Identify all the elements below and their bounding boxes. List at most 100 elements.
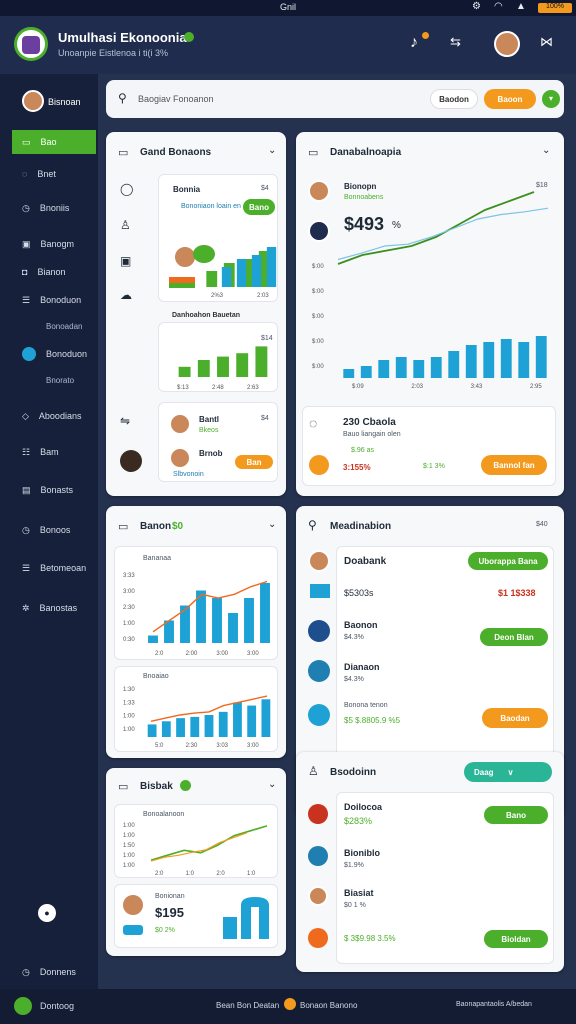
footer-logo-icon <box>14 997 32 1015</box>
search-input[interactable]: Baogiav Fonoanon <box>138 94 214 104</box>
ana-bar-6 <box>430 357 442 378</box>
sidebar-item-plans[interactable]: ◘ Bianon <box>12 260 96 284</box>
sidebar-item-donations[interactable]: ◷ Donnens <box>12 960 96 984</box>
lock-icon[interactable]: ● <box>38 904 56 922</box>
fin1-x-label-4: 3:00 <box>247 651 259 657</box>
bank-x-label-4: 1:0 <box>247 871 256 877</box>
sync-icon[interactable]: ⇆ <box>450 34 461 50</box>
analytics-stat1: $.96 as <box>351 447 374 454</box>
market-row4-title: Bonona tenon <box>344 702 388 709</box>
search-secondary-button[interactable]: Baodon <box>430 89 478 109</box>
footer-center1[interactable]: Bean Bon Deatan <box>216 1001 279 1010</box>
bank-y-tick-4: 1:00 <box>123 853 135 859</box>
market-avatar-4 <box>308 704 330 726</box>
footer-right[interactable]: Baonapantaolis A/bedan <box>456 1001 532 1008</box>
notification-icon[interactable]: ♪ <box>410 34 418 52</box>
sidebar-item-audiences[interactable]: ◇ Aboodians <box>12 404 96 428</box>
chevron-down-icon-5: ∨ <box>507 767 514 777</box>
analytics-bottom-title: 230 Cbaola <box>343 417 396 428</box>
person2-button[interactable]: Ban <box>235 455 273 469</box>
gen2-bar-3 <box>217 356 229 377</box>
sidebar-item-reports[interactable]: ◷ Bnoniis <box>12 196 96 220</box>
sidebar-sub-label-2[interactable]: Bnorato <box>46 376 74 385</box>
sidebar-avatar[interactable] <box>22 90 44 112</box>
footer-coin-icon <box>284 998 296 1010</box>
bank-y-tick-2: 1:00 <box>123 833 135 839</box>
analytics-chart: $:00 $:00 $:00 $:00 $:00 $:09 2:03 3:43 2:95 <box>312 191 549 390</box>
sidebar-item-production[interactable]: ☰ Bonoduon <box>12 288 96 312</box>
sliders-icon: ☰ <box>22 562 31 573</box>
search-primary-button[interactable]: Baoon <box>484 89 536 109</box>
ana-bar-8 <box>465 345 477 378</box>
footer-center2[interactable]: Bonaon Banono <box>300 1001 357 1010</box>
card-general: ▭ Gand Bonaons ⌄ ◯ ♙ ▣ ☁ ⇋ Bonnia $4 Bon… <box>106 132 286 496</box>
gen1-legend-orange <box>169 277 195 283</box>
row1-button[interactable]: Bano <box>243 199 275 215</box>
wallet-row1-button[interactable]: Bano <box>484 806 548 824</box>
sidebar-item-assets[interactable]: ▤ Bonasts <box>12 478 96 502</box>
wallet-dropdown[interactable]: Daag ∨ <box>464 762 552 782</box>
bank-bottom-value: $195 <box>155 905 184 920</box>
sidebar-item-history[interactable]: ◷ Bonoos <box>12 518 96 542</box>
sidebar-item-production-2[interactable]: Bonoduon <box>12 342 96 366</box>
market-row3-value: $4.3% <box>344 676 364 683</box>
cloud-icon[interactable]: ☁ <box>120 288 132 302</box>
card-analytics: ▭ Danabalnoapia ⌄ Bionopn Bonnoabens $49… <box>296 132 564 496</box>
footer-left[interactable]: Dontoog <box>40 1001 74 1011</box>
market-avatar-1 <box>308 550 330 572</box>
chat-icon[interactable]: ◯ <box>120 182 133 196</box>
mini-bar-1 <box>223 917 237 939</box>
globe-icon <box>22 347 36 361</box>
analytics-bottom-button[interactable]: Bannol fan <box>481 455 547 475</box>
share-icon[interactable]: ⋈ <box>540 34 553 50</box>
market-row1-button[interactable]: Uborappa Bana <box>468 552 548 570</box>
fin1-x-label-2: 2:00 <box>186 651 198 657</box>
row1-value: $4 <box>261 185 269 192</box>
app-header: Umulhasi Ekonoonia Unoanpie Eistlenoa i … <box>0 16 576 74</box>
person1-value: $4 <box>261 415 269 422</box>
market-row2-title: Baonon <box>344 620 378 630</box>
sidebar-item-banking[interactable]: ▣ Banogm <box>12 232 96 256</box>
power-icon[interactable]: ⇋ <box>120 414 130 428</box>
signal-icon: ▲ <box>516 1 526 12</box>
card-analytics-title: Danabalnoapia <box>330 147 402 158</box>
sidebar-item-home[interactable]: ▭ Bao <box>12 130 96 154</box>
users-icon: ☷ <box>22 446 31 457</box>
analytics-bottom-avatar <box>309 455 329 475</box>
ana-y-tick-1: $:00 <box>312 264 324 270</box>
ana-x-label-4: 2:95 <box>530 384 542 390</box>
market-row2-button[interactable]: Deon Blan <box>480 628 548 646</box>
chevron-down-icon-4[interactable]: ⌄ <box>268 779 276 790</box>
ana-y-tick-5: $:00 <box>312 364 324 370</box>
fin2-bar-3 <box>176 718 185 737</box>
card-finance: ▭ Banon $0 ⌄ Bananaa 3:33 3:00 2:30 1:00 0:3… <box>106 506 286 758</box>
finance-chart-1: 3:33 3:00 2:30 1:00 0:30 2:0 2:00 3:00 3:00 <box>123 573 270 657</box>
sidebar-item-net[interactable]: ◌ Bnet <box>12 162 96 186</box>
filter-icon[interactable]: ▾ <box>542 90 560 108</box>
sidebar-item-settings[interactable]: ☰ Betomeoan <box>12 556 96 580</box>
market-row3-title: Dianaon <box>344 662 380 672</box>
sidebar-item-support[interactable]: ✲ Banostas <box>12 596 96 620</box>
wallet-row4-button[interactable]: Bioldan <box>484 930 548 948</box>
document-icon[interactable]: ▣ <box>120 254 131 268</box>
user-icon[interactable]: ♙ <box>120 218 131 232</box>
gen1-green-bar-1 <box>206 271 218 287</box>
box-icon: ▤ <box>22 484 31 495</box>
status-center-text: Gnil <box>280 2 297 12</box>
fin1-y-tick-4: 1:00 <box>123 621 135 627</box>
chevron-down-icon-3[interactable]: ⌄ <box>268 519 276 530</box>
sidebar-sub-label[interactable]: Bonoadan <box>46 322 82 331</box>
chevron-down-icon-2[interactable]: ⌄ <box>542 145 550 156</box>
sidebar-item-team[interactable]: ☷ Bam <box>12 440 96 464</box>
market-avatar-3 <box>308 660 330 682</box>
chevron-down-icon[interactable]: ⌄ <box>268 145 276 156</box>
fin2-y-tick-2: 1:33 <box>123 700 135 706</box>
wallet-row2-title: Bioniblo <box>344 848 380 858</box>
circle-icon: ◌ <box>22 169 28 179</box>
market-row4-button[interactable]: Baodan <box>482 708 548 728</box>
ana-bar-12 <box>535 336 547 378</box>
bank-card-icon <box>123 925 143 935</box>
calendar-icon: ▭ <box>308 147 319 159</box>
bank-y-tick-5: 1:00 <box>123 863 135 869</box>
user-avatar[interactable] <box>494 31 520 57</box>
